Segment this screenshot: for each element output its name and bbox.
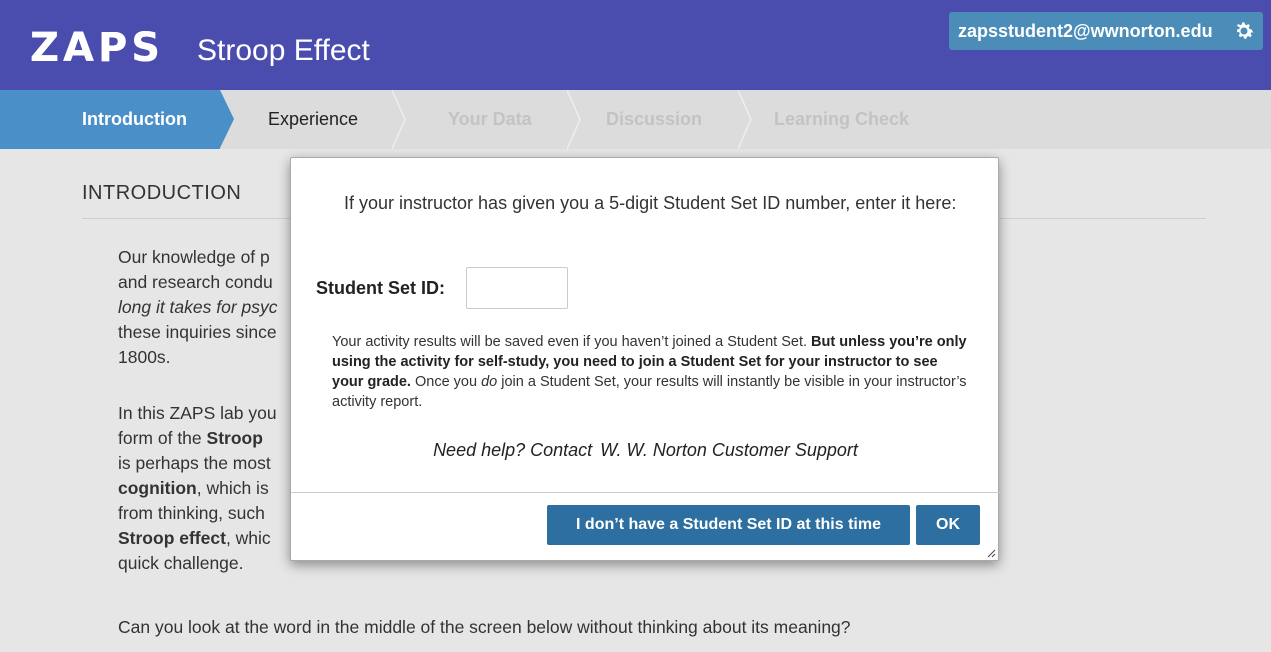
- dialog-footer-divider: [291, 492, 1000, 493]
- ok-button[interactable]: OK: [916, 505, 980, 545]
- student-set-id-label: Student Set ID:: [316, 278, 445, 298]
- paragraph-text: form of the: [118, 428, 207, 448]
- intro-paragraph-3: Can you look at the word in the middle o…: [118, 617, 851, 637]
- stroop-effect-term: Stroop effect: [118, 528, 226, 548]
- customer-support-link[interactable]: W. W. Norton Customer Support: [600, 440, 858, 460]
- student-set-dialog: If your instructor has given you a 5-dig…: [290, 157, 1000, 561]
- notice-text: Once you: [410, 374, 482, 390]
- stroop-term: Stroop: [206, 428, 263, 448]
- tab-introduction[interactable]: Introduction: [0, 90, 234, 149]
- dialog-notice: Your activity results will be saved even…: [332, 332, 972, 412]
- app-header: ZAPS Stroop Effect zapsstudent2@wwnorton…: [0, 0, 1271, 90]
- cognition-term: cognition: [118, 478, 197, 498]
- zaps-logo[interactable]: ZAPS: [30, 24, 164, 72]
- tab-separator-chevron-icon: [567, 90, 581, 149]
- tab-experience[interactable]: Experience: [268, 90, 358, 149]
- help-line: Need help? Contact W. W. Norton Customer …: [291, 440, 1000, 461]
- notice-text: Your activity results will be saved even…: [332, 334, 812, 350]
- user-email: zapsstudent2@wwnorton.edu: [958, 21, 1213, 41]
- help-text: Need help? Contact: [433, 440, 593, 460]
- user-menu-button[interactable]: zapsstudent2@wwnorton.edu: [949, 12, 1263, 50]
- paragraph-text: , which is: [196, 478, 269, 498]
- gear-icon[interactable]: [1232, 19, 1256, 43]
- paragraph-text: , whic: [225, 528, 271, 548]
- tab-separator-chevron-icon: [392, 90, 406, 149]
- tab-your-data: Your Data: [448, 109, 532, 129]
- tab-learning-check: Learning Check: [774, 109, 910, 129]
- no-student-set-id-button[interactable]: I don’t have a Student Set ID at this ti…: [547, 505, 910, 545]
- notice-italic: do: [481, 374, 498, 390]
- dialog-prompt: If your instructor has given you a 5-dig…: [344, 193, 957, 213]
- student-set-id-input[interactable]: [466, 267, 568, 309]
- activity-tabs: Introduction Experience Your Data Discus…: [0, 90, 1271, 149]
- section-title: INTRODUCTION: [82, 182, 242, 204]
- page-title: Stroop Effect: [197, 34, 370, 67]
- tab-discussion: Discussion: [606, 109, 703, 129]
- tab-separator-chevron-icon: [738, 90, 752, 149]
- resize-handle-icon[interactable]: [986, 548, 996, 558]
